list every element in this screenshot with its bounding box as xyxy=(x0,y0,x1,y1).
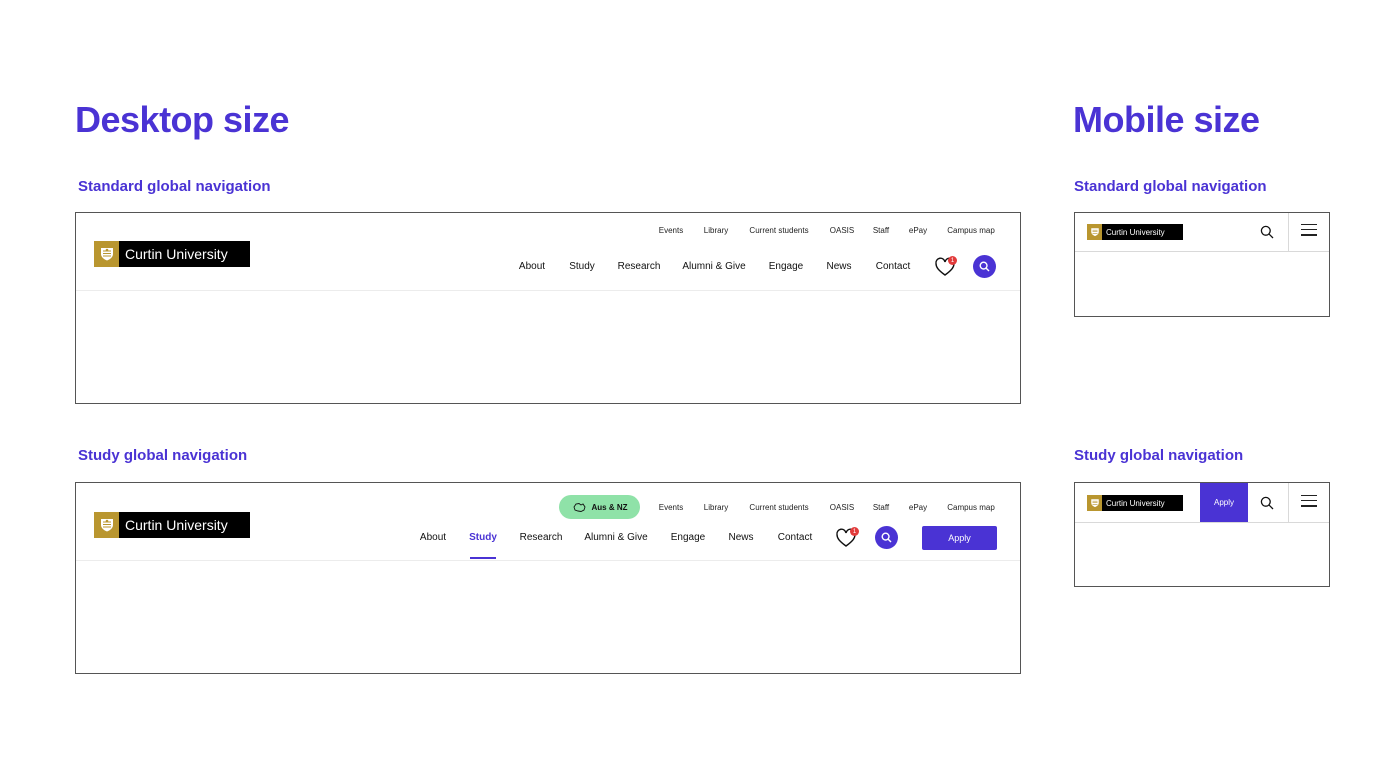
desktop-study-frame: Curtin University Aus & NZ Events Librar… xyxy=(75,482,1021,674)
header-divider xyxy=(76,290,1020,291)
util-link-events[interactable]: Events xyxy=(659,504,683,512)
menu-separator xyxy=(1288,213,1289,251)
util-link-current-students[interactable]: Current students xyxy=(749,227,808,235)
nav-item-about[interactable]: About xyxy=(420,533,446,543)
mobile-standard-frame: Curtin University xyxy=(1074,212,1330,317)
logo-wordmark: Curtin University xyxy=(1106,498,1165,508)
active-nav-indicator xyxy=(470,557,496,559)
crest-icon xyxy=(94,241,119,267)
header-divider xyxy=(76,560,1020,561)
search-icon xyxy=(979,261,990,272)
desktop-study-label: Study global navigation xyxy=(78,447,248,464)
util-link-oasis[interactable]: OASIS xyxy=(830,227,854,235)
hamburger-menu-icon[interactable] xyxy=(1301,491,1317,511)
util-link-staff[interactable]: Staff xyxy=(873,504,889,512)
util-link-campus-map[interactable]: Campus map xyxy=(947,227,995,235)
curtin-logo[interactable]: Curtin University xyxy=(94,512,250,538)
util-link-epay[interactable]: ePay xyxy=(909,504,927,512)
mobile-study-frame: Curtin University Apply xyxy=(1074,482,1330,587)
menu-separator xyxy=(1288,483,1289,522)
mobile-study-label: Study global navigation xyxy=(1074,447,1244,464)
apply-button[interactable]: Apply xyxy=(1200,483,1248,522)
logo-wordmark: Curtin University xyxy=(125,517,228,533)
nav-item-about[interactable]: About xyxy=(519,262,545,272)
curtin-logo[interactable]: Curtin University xyxy=(1087,224,1183,240)
curtin-logo[interactable]: Curtin University xyxy=(94,241,250,267)
desktop-size-heading: Desktop size xyxy=(75,99,290,140)
search-button[interactable] xyxy=(973,255,996,278)
header-divider xyxy=(1075,251,1329,252)
shortlist-badge: 1 xyxy=(948,256,957,265)
nav-item-alumni-give[interactable]: Alumni & Give xyxy=(682,262,745,272)
util-link-epay[interactable]: ePay xyxy=(909,227,927,235)
desktop-standard-frame: Curtin University Events Library Current… xyxy=(75,212,1021,404)
nav-item-engage[interactable]: Engage xyxy=(671,533,705,543)
util-link-staff[interactable]: Staff xyxy=(873,227,889,235)
hamburger-menu-icon[interactable] xyxy=(1301,220,1317,240)
util-link-oasis[interactable]: OASIS xyxy=(830,504,854,512)
nav-item-alumni-give[interactable]: Alumni & Give xyxy=(584,533,647,543)
crest-icon xyxy=(94,512,119,538)
australia-map-icon xyxy=(573,502,585,512)
mobile-standard-label: Standard global navigation xyxy=(1074,178,1267,195)
nav-item-contact[interactable]: Contact xyxy=(778,533,812,543)
util-link-campus-map[interactable]: Campus map xyxy=(947,504,995,512)
logo-wordmark: Curtin University xyxy=(125,246,228,262)
crest-icon xyxy=(1087,495,1102,511)
desktop-standard-label: Standard global navigation xyxy=(78,178,271,195)
mobile-size-heading: Mobile size xyxy=(1073,99,1260,140)
nav-item-news[interactable]: News xyxy=(728,533,753,543)
apply-button[interactable]: Apply xyxy=(922,526,997,550)
logo-wordmark: Curtin University xyxy=(1106,227,1165,237)
shortlist-badge: 1 xyxy=(850,527,859,536)
nav-item-contact[interactable]: Contact xyxy=(876,262,910,272)
region-label: Aus & NZ xyxy=(591,502,628,512)
util-link-library[interactable]: Library xyxy=(704,227,728,235)
search-icon[interactable] xyxy=(1260,225,1274,239)
util-link-current-students[interactable]: Current students xyxy=(749,504,808,512)
util-link-events[interactable]: Events xyxy=(659,227,683,235)
nav-item-study[interactable]: Study xyxy=(569,262,595,272)
search-icon[interactable] xyxy=(1260,496,1274,510)
search-button[interactable] xyxy=(875,526,898,549)
curtin-logo[interactable]: Curtin University xyxy=(1087,495,1183,511)
nav-item-research[interactable]: Research xyxy=(618,262,661,272)
util-link-library[interactable]: Library xyxy=(704,504,728,512)
nav-item-news[interactable]: News xyxy=(826,262,851,272)
crest-icon xyxy=(1087,224,1102,240)
header-divider xyxy=(1075,522,1329,523)
search-icon xyxy=(881,532,892,543)
region-selector[interactable]: Aus & NZ xyxy=(559,495,640,519)
nav-item-study[interactable]: Study xyxy=(469,533,497,543)
nav-item-research[interactable]: Research xyxy=(520,533,563,543)
nav-item-engage[interactable]: Engage xyxy=(769,262,803,272)
